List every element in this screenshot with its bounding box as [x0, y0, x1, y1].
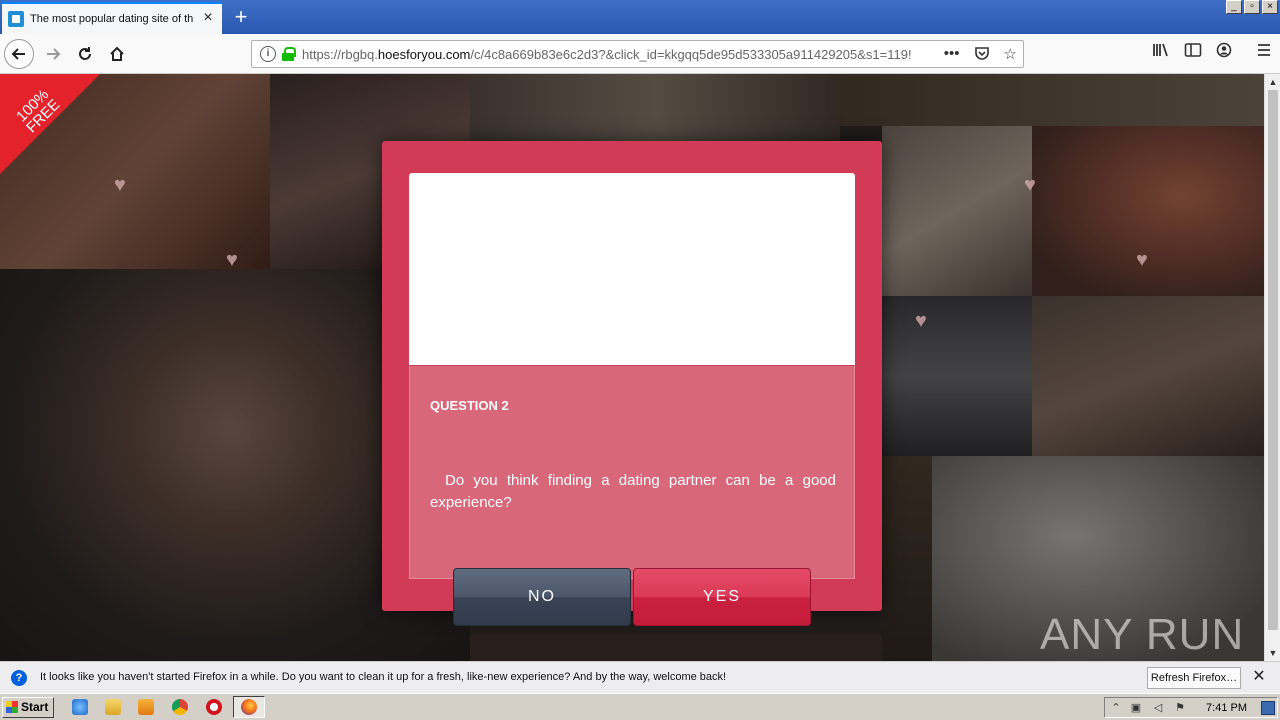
notification-bar: ? It looks like you haven't started Fire… [0, 661, 1280, 693]
volume-icon[interactable]: ◁ [1151, 701, 1165, 715]
back-button[interactable] [4, 39, 34, 69]
question-label: QUESTION 2 [430, 398, 509, 413]
nav-bar: i https://rbgbq.hoesforyou.com/c/4c8a669… [0, 34, 1280, 74]
forward-arrow-icon [47, 48, 61, 60]
free-badge: 100% FREE [0, 74, 100, 174]
url-bar[interactable]: i https://rbgbq.hoesforyou.com/c/4c8a669… [251, 40, 1024, 68]
modal-body: QUESTION 2 Do you think finding a dating… [409, 365, 855, 579]
question-text: Do you think finding a dating partner ca… [430, 472, 836, 511]
watermark-text: ANY RUN [1040, 610, 1245, 659]
clock: 7:41 PM [1206, 702, 1247, 714]
yes-button[interactable]: YES [633, 568, 811, 626]
windows-logo-icon [6, 701, 18, 713]
lock-icon [282, 47, 296, 61]
bookmark-star-icon[interactable]: ☆ [1004, 45, 1017, 65]
refresh-firefox-button[interactable]: Refresh Firefox… [1147, 667, 1241, 689]
window-controls: _ ▫ × [1226, 0, 1278, 14]
menu-icon[interactable] [1256, 42, 1272, 62]
anyrun-watermark: ANY RUN [1040, 610, 1244, 660]
library-icon[interactable] [1152, 42, 1170, 62]
show-desktop-icon[interactable] [1261, 701, 1275, 715]
info-icon[interactable]: i [260, 46, 276, 62]
page-actions-icon[interactable]: ••• [944, 45, 960, 65]
tab-active[interactable]: The most popular dating site of th × [2, 2, 222, 34]
flag-icon[interactable]: ⚑ [1173, 701, 1187, 715]
start-button[interactable]: Start [2, 697, 54, 718]
taskbar: Start ⌃ ▣ ◁ ⚑ 7:41 PM [0, 693, 1280, 720]
forward-button[interactable] [38, 39, 68, 69]
heart-icon: ♥ [915, 310, 927, 332]
notification-text: It looks like you haven't started Firefo… [40, 671, 727, 683]
scroll-up-icon[interactable]: ▲ [1265, 74, 1280, 90]
heart-icon: ♥ [1024, 174, 1036, 196]
system-tray: ⌃ ▣ ◁ ⚑ 7:41 PM [1104, 697, 1278, 718]
firefox-icon [241, 699, 257, 715]
vertical-scrollbar[interactable]: ▲ ▼ [1264, 74, 1280, 661]
network-icon[interactable]: ▣ [1129, 701, 1143, 715]
toolbar-right [1152, 42, 1272, 62]
url-actions: ••• ☆ [944, 45, 1017, 65]
scroll-down-icon[interactable]: ▼ [1265, 645, 1280, 661]
opera-icon[interactable] [206, 699, 222, 715]
heart-icon: ♥ [1136, 249, 1148, 271]
home-button[interactable] [102, 39, 132, 69]
home-icon [110, 46, 124, 61]
tray-expand-icon[interactable]: ⌃ [1109, 701, 1123, 715]
new-tab-button[interactable]: + [228, 4, 254, 30]
reload-button[interactable] [70, 39, 100, 69]
firefox-taskbar-item[interactable] [233, 696, 265, 718]
minimize-button[interactable]: _ [1226, 0, 1242, 14]
modal-image-area [409, 173, 855, 365]
heart-icon: ♥ [226, 249, 238, 271]
screen: The most popular dating site of th × + _… [0, 0, 1280, 720]
start-label: Start [21, 700, 49, 714]
heart-icon: ♥ [114, 174, 126, 196]
no-button[interactable]: NO [453, 568, 631, 626]
ie-icon[interactable] [72, 699, 88, 715]
site-favicon-icon [8, 11, 24, 27]
back-arrow-icon [11, 48, 25, 60]
tab-close-icon[interactable]: × [200, 10, 216, 26]
scrollbar-thumb[interactable] [1268, 90, 1278, 630]
reload-icon [79, 47, 91, 60]
question-modal: QUESTION 2 Do you think finding a dating… [382, 141, 882, 626]
pocket-icon[interactable] [974, 45, 990, 65]
maximize-button[interactable]: ▫ [1244, 0, 1260, 14]
media-player-icon[interactable] [138, 699, 154, 715]
sidebar-icon[interactable] [1184, 42, 1202, 62]
url-text[interactable]: https://rbgbq.hoesforyou.com/c/4c8a669b8… [302, 47, 922, 62]
question-icon: ? [11, 670, 27, 686]
account-icon[interactable] [1216, 42, 1232, 62]
tab-strip: The most popular dating site of th × + _… [0, 0, 1280, 34]
tab-title: The most popular dating site of th [30, 13, 194, 25]
folder-icon[interactable] [105, 699, 121, 715]
close-window-button[interactable]: × [1262, 0, 1278, 14]
chrome-icon[interactable] [172, 699, 188, 715]
close-icon[interactable]: ✕ [1250, 668, 1268, 686]
